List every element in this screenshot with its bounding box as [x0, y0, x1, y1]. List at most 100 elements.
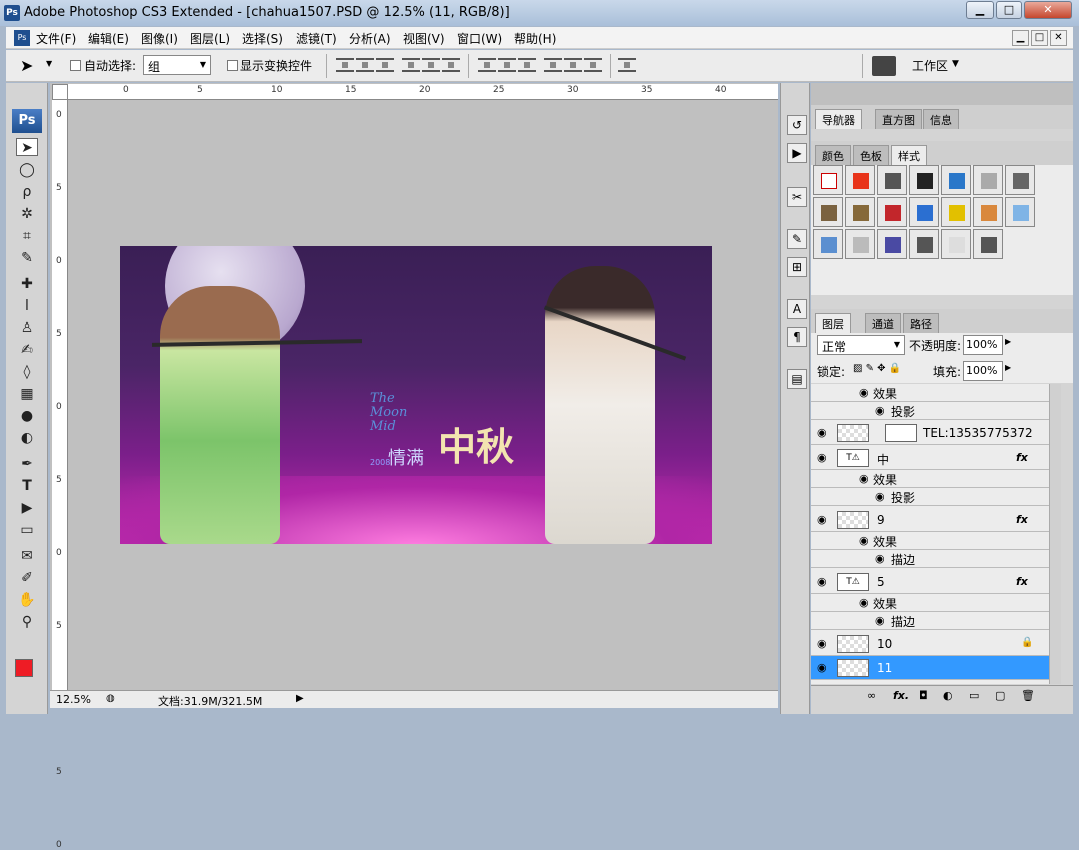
trash-icon[interactable]: 🗑	[1021, 689, 1035, 702]
distribute-left-icon[interactable]	[544, 58, 562, 72]
eyedropper-icon[interactable]: ✐	[16, 569, 38, 587]
layer-effect-row[interactable]: ◉ 描边	[811, 550, 1049, 568]
align-bottom-icon[interactable]	[376, 58, 394, 72]
layer-effect-row[interactable]: ◉ 效果	[811, 384, 1049, 402]
new-layer-icon[interactable]: ▢	[995, 689, 1005, 702]
character-icon[interactable]: A	[787, 299, 807, 319]
history-icon[interactable]: ↺	[787, 115, 807, 135]
fx-badge[interactable]: fx	[1016, 575, 1028, 588]
crop-tool-icon[interactable]: ⌗	[16, 227, 38, 245]
doc-restore-button[interactable]: □	[1031, 30, 1048, 46]
gradient-tool-icon[interactable]: ▦	[16, 385, 38, 403]
tool-presets-icon[interactable]: ✂	[787, 187, 807, 207]
tool-preset-chevron-icon[interactable]: ▼	[46, 59, 52, 68]
tab-navigator[interactable]: 导航器	[815, 109, 862, 129]
menu-filter[interactable]: 滤镜(T)	[296, 30, 337, 47]
history-brush-icon[interactable]: ✍	[16, 341, 38, 359]
eye-icon[interactable]: ◉	[817, 451, 827, 464]
link-layers-icon[interactable]: ∞	[867, 689, 876, 702]
slice-tool-icon[interactable]: ✎	[16, 249, 38, 267]
align-left-icon[interactable]	[402, 58, 420, 72]
maximize-button[interactable]: □	[996, 1, 1022, 19]
style-swatch[interactable]	[877, 229, 907, 259]
menu-layer[interactable]: 图层(L)	[190, 30, 230, 47]
style-swatch[interactable]	[813, 165, 843, 195]
paragraph-icon[interactable]: ¶	[787, 327, 807, 347]
style-swatch[interactable]	[941, 229, 971, 259]
document-canvas[interactable]: The Moon Mid 情满 2008 中秋	[120, 246, 712, 544]
dodge-tool-icon[interactable]: ◐	[16, 429, 38, 447]
doc-close-button[interactable]: ✕	[1050, 30, 1067, 46]
ps-logo[interactable]: Ps	[12, 109, 42, 133]
distribute-hcenter-icon[interactable]	[564, 58, 582, 72]
brushes-icon[interactable]: ✎	[787, 229, 807, 249]
fx-badge[interactable]: fx	[1016, 513, 1028, 526]
tab-color[interactable]: 颜色	[815, 145, 851, 165]
style-swatch[interactable]	[877, 165, 907, 195]
workspace-button[interactable]: 工作区	[912, 57, 948, 74]
brush-tool-icon[interactable]: ⅼ	[16, 297, 38, 315]
eye-icon[interactable]: ◉	[817, 637, 827, 650]
style-swatch[interactable]	[845, 165, 875, 195]
tab-histogram[interactable]: 直方图	[875, 109, 922, 129]
blur-tool-icon[interactable]: ●	[16, 407, 38, 425]
eye-icon[interactable]: ◉	[859, 534, 869, 547]
opacity-input[interactable]: 100%	[963, 335, 1003, 355]
fx-badge[interactable]: fx	[1016, 451, 1028, 464]
layer-effect-row[interactable]: ◉ 效果	[811, 470, 1049, 488]
style-swatch[interactable]	[909, 229, 939, 259]
adjustment-icon[interactable]: ◐	[943, 689, 953, 702]
bridge-icon[interactable]	[872, 56, 896, 76]
layers-scrollbar[interactable]	[1049, 384, 1061, 684]
menu-select[interactable]: 选择(S)	[242, 30, 283, 47]
shape-tool-icon[interactable]: ▭	[16, 521, 38, 539]
tab-styles[interactable]: 样式	[891, 145, 927, 165]
tab-info[interactable]: 信息	[923, 109, 959, 129]
move-tool-icon[interactable]: ➤	[20, 56, 33, 75]
mask-icon[interactable]: ◘	[919, 689, 928, 702]
layer-row[interactable]: ◉ TEL:13535775372	[811, 421, 1049, 445]
eye-icon[interactable]: ◉	[817, 426, 827, 439]
style-swatch[interactable]	[941, 165, 971, 195]
layer-effect-row[interactable]: ◉ 效果	[811, 532, 1049, 550]
auto-select-checkbox[interactable]	[70, 60, 81, 71]
layer-row[interactable]: ◉ T⚠ 5 fx	[811, 570, 1049, 594]
menu-image[interactable]: 图像(I)	[141, 30, 178, 47]
notes-tool-icon[interactable]: ✉	[16, 547, 38, 565]
eye-icon[interactable]: ◉	[875, 552, 885, 565]
menu-edit[interactable]: 编辑(E)	[88, 30, 129, 47]
zoom-tool-icon[interactable]: ⚲	[16, 613, 38, 631]
align-hcenter-icon[interactable]	[422, 58, 440, 72]
style-swatch[interactable]	[845, 229, 875, 259]
minimize-button[interactable]: ▁	[966, 1, 994, 19]
close-button[interactable]: ✕	[1024, 1, 1072, 19]
pen-tool-icon[interactable]: ✒	[16, 455, 38, 473]
menu-view[interactable]: 视图(V)	[403, 30, 445, 47]
foreground-color-swatch[interactable]	[15, 659, 33, 677]
opacity-arrow-icon[interactable]: ▶	[1005, 337, 1011, 346]
new-group-icon[interactable]: ▭	[969, 689, 979, 702]
type-tool-icon[interactable]: T	[16, 477, 38, 495]
eye-icon[interactable]: ◉	[875, 614, 885, 627]
style-swatch[interactable]	[973, 165, 1003, 195]
status-menu-arrow-icon[interactable]: ▶	[296, 693, 304, 704]
workspace-chevron-icon[interactable]: ▼	[952, 59, 959, 69]
menu-window[interactable]: 窗口(W)	[457, 30, 502, 47]
auto-select-dropdown[interactable]: 组 ▼	[143, 55, 211, 75]
distribute-top-icon[interactable]	[478, 58, 496, 72]
eye-icon[interactable]: ◉	[875, 490, 885, 503]
style-swatch[interactable]	[1005, 197, 1035, 227]
align-top-icon[interactable]	[336, 58, 354, 72]
show-transform-checkbox[interactable]	[227, 60, 238, 71]
marquee-tool-icon[interactable]: ◯	[16, 161, 38, 179]
eye-icon[interactable]: ◉	[859, 472, 869, 485]
layer-effect-row[interactable]: ◉ 投影	[811, 488, 1049, 506]
distribute-bottom-icon[interactable]	[518, 58, 536, 72]
fill-arrow-icon[interactable]: ▶	[1005, 363, 1011, 372]
tab-layers[interactable]: 图层	[815, 313, 851, 333]
style-swatch[interactable]	[973, 197, 1003, 227]
clone-stamp-icon[interactable]: ♙	[16, 319, 38, 337]
healing-brush-icon[interactable]: ✚	[16, 275, 38, 293]
hand-tool-icon[interactable]: ✋	[16, 591, 38, 609]
style-swatch[interactable]	[1005, 165, 1035, 195]
